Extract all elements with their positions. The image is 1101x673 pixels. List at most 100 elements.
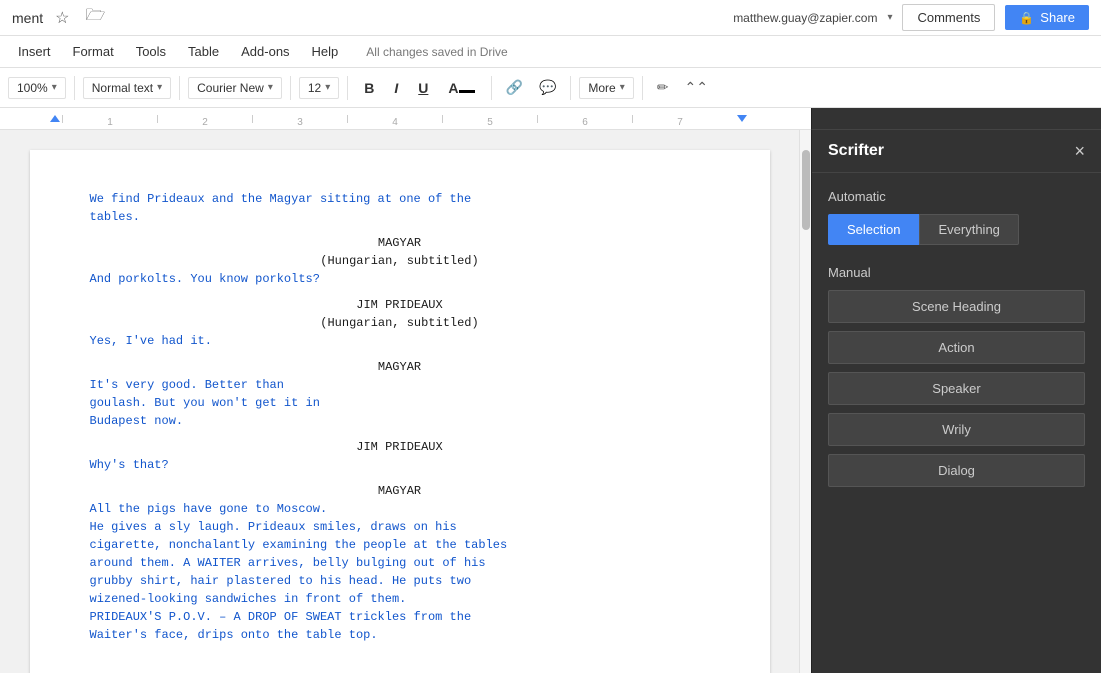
para-15-text: All the pigs have gone to Moscow. <box>90 502 328 516</box>
para-2-text: MAGYAR <box>378 236 421 250</box>
ruler-triangle-right <box>737 115 747 122</box>
toolbar-sep-7 <box>642 76 643 100</box>
fontcolor-button[interactable]: A <box>440 76 482 100</box>
user-dropdown-arrow[interactable]: ▾ <box>887 12 892 23</box>
para-10-text: goulash. But you won't get it in <box>90 396 320 410</box>
wrily-button[interactable]: Wrily <box>828 413 1085 446</box>
scene-heading-button[interactable]: Scene Heading <box>828 290 1085 323</box>
scrifter-body: Automatic Selection Everything Manual Sc… <box>812 173 1101 511</box>
para-5-text: JIM PRIDEAUX <box>356 298 442 312</box>
fontsize-value: 12 <box>308 81 321 95</box>
scrifter-close-button[interactable]: × <box>1074 142 1085 160</box>
para-0: We find Prideaux and the Magyar sitting … <box>90 190 710 208</box>
dialog-button[interactable]: Dialog <box>828 454 1085 487</box>
scrifter-panel: Scrifter × Automatic Selection Everythin… <box>811 130 1101 673</box>
ruler-row: 1 2 3 4 5 6 7 <box>0 108 1101 130</box>
speaker-button[interactable]: Speaker <box>828 372 1085 405</box>
ruler-tick-2: 2 <box>157 115 252 123</box>
automatic-label: Automatic <box>828 189 1085 204</box>
menu-addons[interactable]: Add-ons <box>231 40 299 63</box>
para-3: (Hungarian, subtitled) <box>90 252 710 270</box>
toolbar-sep-6 <box>570 76 571 100</box>
para-14: MAGYAR <box>90 482 710 500</box>
action-button[interactable]: Action <box>828 331 1085 364</box>
zoom-dropdown[interactable]: 100% ▾ <box>8 77 66 99</box>
para-15: All the pigs have gone to Moscow. <box>90 500 710 518</box>
para-9: It's very good. Better than <box>90 376 710 394</box>
comment-button[interactable]: 💬 <box>533 75 562 100</box>
menu-format[interactable]: Format <box>63 40 124 63</box>
more-arrow: ▾ <box>620 82 625 93</box>
menu-table[interactable]: Table <box>178 40 229 63</box>
top-bar: ment ☆ 🗁 matthew.guay@zapier.com ▾ Comme… <box>0 0 1101 36</box>
share-button[interactable]: 🔒 Share <box>1005 5 1089 30</box>
manual-label: Manual <box>828 265 1085 280</box>
scrollbar[interactable] <box>799 130 811 673</box>
para-19: grubby shirt, hair plastered to his head… <box>90 572 710 590</box>
para-11: Budapest now. <box>90 412 710 430</box>
para-17: cigarette, nonchalantly examining the pe… <box>90 536 710 554</box>
ruler-tick-3: 3 <box>252 115 347 123</box>
para-9-text: It's very good. Better than <box>90 378 284 392</box>
doc-title: ment <box>12 10 43 26</box>
underline-button[interactable]: U <box>410 76 436 100</box>
fontsize-arrow: ▾ <box>325 82 330 93</box>
menu-tools[interactable]: Tools <box>126 40 176 63</box>
menu-bar: Insert Format Tools Table Add-ons Help A… <box>0 36 1101 68</box>
italic-button[interactable]: I <box>386 76 406 100</box>
share-label: Share <box>1040 10 1075 25</box>
para-8: MAGYAR <box>90 358 710 376</box>
para-3-text: (Hungarian, subtitled) <box>320 254 478 268</box>
para-18-text: around them. A WAITER arrives, belly bul… <box>90 556 486 570</box>
para-11-text: Budapest now. <box>90 414 184 428</box>
comments-button[interactable]: Comments <box>902 4 995 31</box>
para-4-text: And porkolts. You know porkolts? <box>90 272 320 286</box>
everything-button[interactable]: Everything <box>919 214 1018 245</box>
menu-help[interactable]: Help <box>302 40 349 63</box>
para-2: MAGYAR <box>90 234 710 252</box>
style-arrow: ▾ <box>157 82 162 93</box>
para-22-text: Waiter's face, drips onto the table top. <box>90 628 378 642</box>
selection-button[interactable]: Selection <box>828 214 919 245</box>
link-button[interactable]: 🔗 <box>500 75 529 100</box>
para-13: Why's that? <box>90 456 710 474</box>
zoom-arrow: ▾ <box>52 82 57 93</box>
bold-button[interactable]: B <box>356 76 382 100</box>
para-7-text: Yes, I've had it. <box>90 334 212 348</box>
user-email: matthew.guay@zapier.com <box>733 11 877 25</box>
folder-icon[interactable]: 🗁 <box>81 2 109 33</box>
document-page[interactable]: We find Prideaux and the Magyar sitting … <box>30 150 770 673</box>
top-bar-right: matthew.guay@zapier.com ▾ Comments 🔒 Sha… <box>733 4 1089 31</box>
document-area[interactable]: We find Prideaux and the Magyar sitting … <box>0 130 799 673</box>
para-0-text: We find Prideaux and the Magyar sitting … <box>90 192 472 206</box>
toolbar-sep-4 <box>347 76 348 100</box>
fontsize-dropdown[interactable]: 12 ▾ <box>299 77 339 99</box>
font-dropdown[interactable]: Courier New ▾ <box>188 77 282 99</box>
menu-insert[interactable]: Insert <box>8 40 61 63</box>
para-20: wizened-looking sandwiches in front of t… <box>90 590 710 608</box>
layout-content: We find Prideaux and the Magyar sitting … <box>0 130 1101 673</box>
para-21-text: PRIDEAUX'S P.O.V. – A DROP OF SWEAT tric… <box>90 610 472 624</box>
para-20-text: wizened-looking sandwiches in front of t… <box>90 592 407 606</box>
content-area: 1 2 3 4 5 6 7 We find Prideaux and the M… <box>0 108 1101 673</box>
star-icon[interactable]: ☆ <box>51 6 73 30</box>
para-6-text: (Hungarian, subtitled) <box>320 316 478 330</box>
scrollbar-thumb[interactable] <box>802 150 810 230</box>
toolbar-sep-2 <box>179 76 180 100</box>
pencil-button[interactable]: ✏ <box>651 75 675 100</box>
para-17-text: cigarette, nonchalantly examining the pe… <box>90 538 508 552</box>
collapse-button[interactable]: ⌃⌃ <box>678 75 713 100</box>
toolbar-sep-3 <box>290 76 291 100</box>
more-dropdown[interactable]: More ▾ <box>579 77 633 99</box>
ruler-triangle-left <box>50 115 60 122</box>
para-1-text: tables. <box>90 210 140 224</box>
para-21: PRIDEAUX'S P.O.V. – A DROP OF SWEAT tric… <box>90 608 710 626</box>
ruler-tick-6: 6 <box>537 115 632 123</box>
ruler: 1 2 3 4 5 6 7 <box>0 108 811 130</box>
more-label: More <box>588 81 615 95</box>
para-12-text: JIM PRIDEAUX <box>356 440 442 454</box>
style-dropdown[interactable]: Normal text ▾ <box>83 77 171 99</box>
para-13-text: Why's that? <box>90 458 169 472</box>
automatic-btn-group: Selection Everything <box>828 214 1085 245</box>
para-6: (Hungarian, subtitled) <box>90 314 710 332</box>
